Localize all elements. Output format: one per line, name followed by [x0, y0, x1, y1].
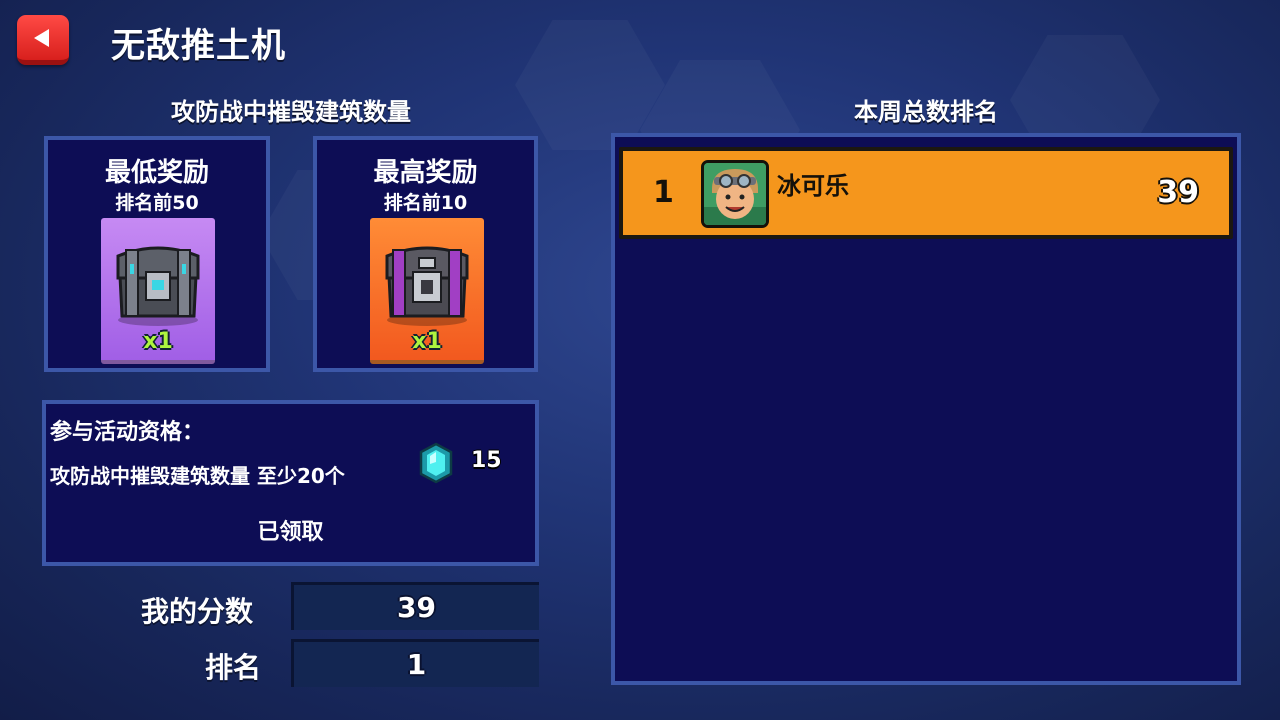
score-value: 39 — [291, 582, 539, 630]
chest-icon — [116, 246, 200, 326]
eligibility-title: 参与活动资格： — [50, 420, 205, 445]
claimed-status: 已领取 — [257, 520, 324, 545]
row-rank: 1 — [653, 175, 674, 210]
back-arrow-icon — [33, 28, 49, 47]
reward-card: x1 — [370, 218, 484, 364]
eligibility-requirement: 攻防战中摧毁建筑数量 至少20个 — [50, 464, 345, 488]
gem-amount: 15 — [471, 448, 502, 473]
reward-quantity: x1 — [412, 329, 442, 354]
leaderboard-row[interactable]: 1 冰可乐 39 — [619, 147, 1233, 239]
reward-quantity: x1 — [143, 329, 173, 354]
player-avatar-icon — [701, 160, 769, 228]
back-button[interactable] — [17, 15, 69, 65]
min-reward-panel[interactable]: 最低奖励 排名前50 x1 — [44, 136, 270, 372]
player-score: 39 — [1157, 175, 1199, 210]
max-reward-panel[interactable]: 最高奖励 排名前10 x1 — [313, 136, 538, 372]
reward-name: 最高奖励 — [373, 158, 478, 188]
chest-icon — [385, 246, 469, 326]
rank-value: 1 — [291, 639, 539, 687]
reward-card: x1 — [101, 218, 215, 364]
reward-name: 最低奖励 — [104, 158, 209, 188]
leaderboard-panel: 1 冰可乐 39 — [611, 133, 1241, 685]
score-label: 我的分数 — [141, 595, 254, 628]
rank-label: 排名 — [205, 651, 262, 684]
rewards-section-title: 攻防战中摧毁建筑数量 — [171, 98, 411, 126]
player-name: 冰可乐 — [777, 172, 849, 200]
page-title: 无敌推土机 — [111, 26, 286, 66]
gem-icon — [419, 442, 453, 484]
reward-rank-requirement: 排名前50 — [115, 192, 199, 214]
eligibility-panel: 参与活动资格： 攻防战中摧毁建筑数量 至少20个 15 已领取 — [42, 400, 539, 566]
reward-rank-requirement: 排名前10 — [383, 192, 468, 214]
leaderboard-title: 本周总数排名 — [854, 98, 998, 126]
